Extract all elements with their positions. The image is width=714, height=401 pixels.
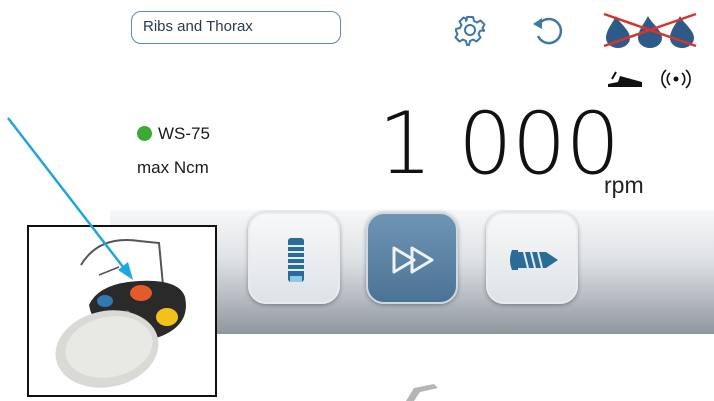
wireless-icon (661, 69, 691, 89)
drill-mode-button[interactable] (248, 212, 340, 304)
fast-forward-icon (392, 246, 434, 274)
procedure-selector[interactable]: Ribs and Thorax (131, 11, 341, 44)
gear-icon[interactable] (454, 14, 486, 46)
annotation-arrow (7, 117, 133, 280)
drill-icon (288, 238, 304, 282)
motor-name: WS-75 (158, 124, 210, 143)
foot-pedal-icon (608, 71, 642, 87)
screw-icon (510, 250, 558, 270)
screw-mode-button[interactable] (486, 212, 578, 304)
rotate-icon[interactable] (530, 14, 566, 48)
speed-unit: rpm (604, 172, 644, 198)
fast-forward-mode-button[interactable] (366, 212, 458, 304)
speed-value: 1 000 (378, 94, 620, 194)
partial-handpiece-icon (406, 384, 438, 401)
irrigation-off-icon[interactable] (600, 10, 700, 50)
